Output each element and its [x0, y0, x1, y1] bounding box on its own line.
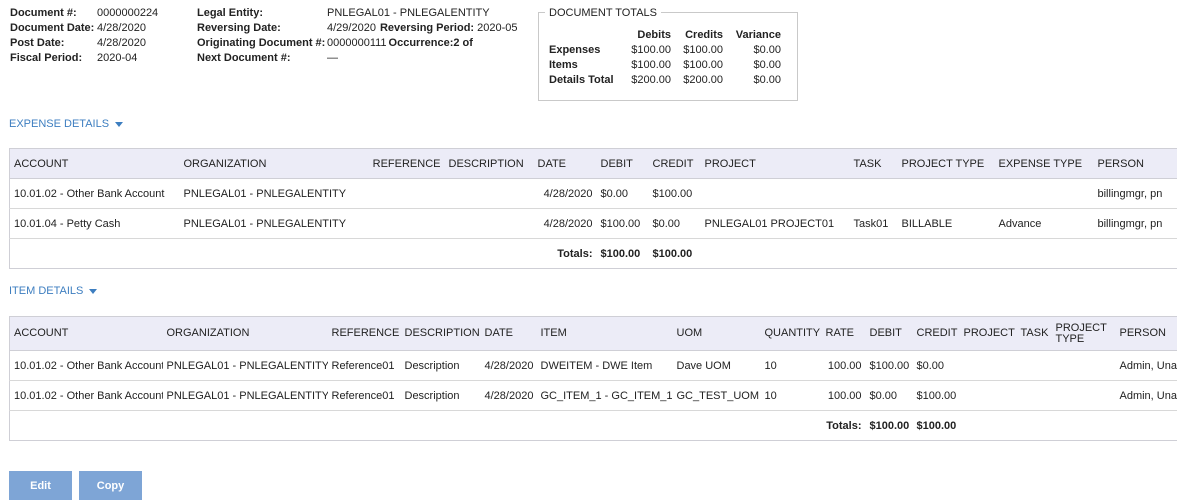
reversing-period-label: Reversing Period:: [379, 22, 475, 34]
col-person[interactable]: PERSON: [1115, 316, 1177, 351]
legal-info: Legal Entity: PNLEGAL01 - PNLEGALENTITY R…: [197, 6, 518, 66]
legal-entity-label: Legal Entity:: [197, 7, 264, 19]
col-project[interactable]: PROJECT: [959, 316, 1017, 351]
col-uom[interactable]: UOM: [672, 316, 761, 351]
col-account[interactable]: ACCOUNT: [9, 316, 163, 351]
col-description[interactable]: DESCRIPTION: [400, 316, 481, 351]
next-doc-label: Next Document #:: [197, 52, 291, 64]
document-totals-title: DOCUMENT TOTALS: [545, 7, 661, 19]
col-project[interactable]: PROJECT: [700, 148, 850, 179]
post-date: 4/28/2020: [97, 37, 146, 49]
edit-button[interactable]: Edit: [9, 471, 72, 500]
reversing-date: 4/29/2020: [327, 22, 376, 34]
total-credit: $100.00: [916, 419, 957, 432]
doc-date: 4/28/2020: [97, 22, 146, 34]
doc-date-label: Document Date:: [10, 22, 95, 34]
col-organization[interactable]: ORGANIZATION: [162, 316, 328, 351]
legal-entity: PNLEGAL01 - PNLEGALENTITY: [327, 7, 490, 19]
next-doc: —: [327, 52, 338, 64]
col-project-type[interactable]: PROJECT TYPE: [1051, 316, 1116, 351]
fiscal-period: 2020-04: [97, 52, 138, 64]
col-debit[interactable]: DEBIT: [865, 316, 913, 351]
col-credit[interactable]: CREDIT: [912, 316, 960, 351]
document-info: Document #: 0000000224 Document Date: 4/28…: [10, 6, 158, 66]
totals-row: Items $100.00 $100.00 $0.00: [549, 58, 781, 71]
col-person[interactable]: PERSON: [1093, 148, 1177, 179]
doc-number-label: Document #:: [10, 7, 77, 19]
totals-label: Totals:: [826, 419, 862, 432]
caret-down-icon: [115, 121, 124, 127]
totals-header: Debits: [637, 28, 671, 41]
table-row[interactable]: 10.01.02 - Other Bank Account PNLEGAL01 …: [9, 178, 1177, 209]
document-totals-table: Debits Credits Variance Expenses $100.00…: [545, 27, 785, 87]
col-rate[interactable]: RATE: [821, 316, 866, 351]
total-debit: $100.00: [600, 247, 641, 260]
caret-down-icon: [89, 288, 98, 294]
fiscal-period-label: Fiscal Period:: [10, 52, 83, 64]
item-header-row: ACCOUNT ORGANIZATION REFERENCE DESCRIPTI…: [9, 316, 1177, 351]
expense-details-label: EXPENSE DETAILS: [9, 118, 110, 130]
col-date[interactable]: DATE: [533, 148, 597, 179]
total-debit: $100.00: [869, 419, 910, 432]
totals-row: Totals: $100.00 $100.00: [10, 411, 1177, 441]
expense-details-toggle[interactable]: EXPENSE DETAILS: [9, 118, 124, 130]
totals-row: Totals: $100.00 $100.00: [10, 239, 1177, 269]
col-reference[interactable]: REFERENCE: [327, 316, 401, 351]
col-account[interactable]: ACCOUNT: [9, 148, 180, 179]
col-debit[interactable]: DEBIT: [596, 148, 649, 179]
col-credit[interactable]: CREDIT: [648, 148, 701, 179]
originating-doc: 0000000111: [327, 37, 387, 49]
col-task[interactable]: TASK: [1016, 316, 1052, 351]
originating-doc-label: Originating Document #:: [197, 37, 326, 49]
totals-header: Credits: [685, 28, 723, 41]
totals-header: Variance: [735, 28, 781, 41]
item-details-toggle[interactable]: ITEM DETAILS: [9, 285, 98, 297]
total-credit: $100.00: [652, 247, 693, 260]
col-expense-type[interactable]: EXPENSE TYPE: [994, 148, 1094, 179]
totals-row: Details Total $200.00 $200.00 $0.00: [549, 73, 781, 86]
table-row[interactable]: 10.01.04 - Petty Cash PNLEGAL01 - PNLEGA…: [9, 208, 1177, 239]
col-task[interactable]: TASK: [849, 148, 898, 179]
totals-label: Totals:: [557, 247, 593, 260]
doc-number: 0000000224: [97, 7, 159, 19]
occurrence: Occurrence:2 of: [388, 37, 473, 49]
reversing-period: 2020-05: [477, 22, 518, 34]
table-row[interactable]: 10.01.02 - Other Bank Account PNLEGAL01 …: [9, 380, 1177, 411]
reversing-date-label: Reversing Date:: [197, 22, 281, 34]
expense-header-row: ACCOUNT ORGANIZATION REFERENCE DESCRIPTI…: [9, 148, 1177, 179]
col-project-type[interactable]: PROJECT TYPE: [897, 148, 995, 179]
copy-button[interactable]: Copy: [79, 471, 142, 500]
document-totals: DOCUMENT TOTALS Debits Credits Variance …: [538, 7, 798, 101]
col-organization[interactable]: ORGANIZATION: [179, 148, 364, 179]
col-reference[interactable]: REFERENCE: [363, 148, 445, 179]
item-details-table: ACCOUNT ORGANIZATION REFERENCE DESCRIPTI…: [9, 316, 1177, 441]
col-quantity[interactable]: QUANTITY: [760, 316, 822, 351]
col-date[interactable]: DATE: [480, 316, 537, 351]
post-date-label: Post Date:: [10, 37, 65, 49]
expense-details-table: ACCOUNT ORGANIZATION REFERENCE DESCRIPTI…: [9, 148, 1177, 269]
totals-row: Expenses $100.00 $100.00 $0.00: [549, 43, 781, 56]
item-details-label: ITEM DETAILS: [9, 285, 84, 297]
col-item[interactable]: ITEM: [536, 316, 673, 351]
table-row[interactable]: 10.01.02 - Other Bank Account PNLEGAL01 …: [9, 350, 1177, 381]
col-description[interactable]: DESCRIPTION: [444, 148, 534, 179]
